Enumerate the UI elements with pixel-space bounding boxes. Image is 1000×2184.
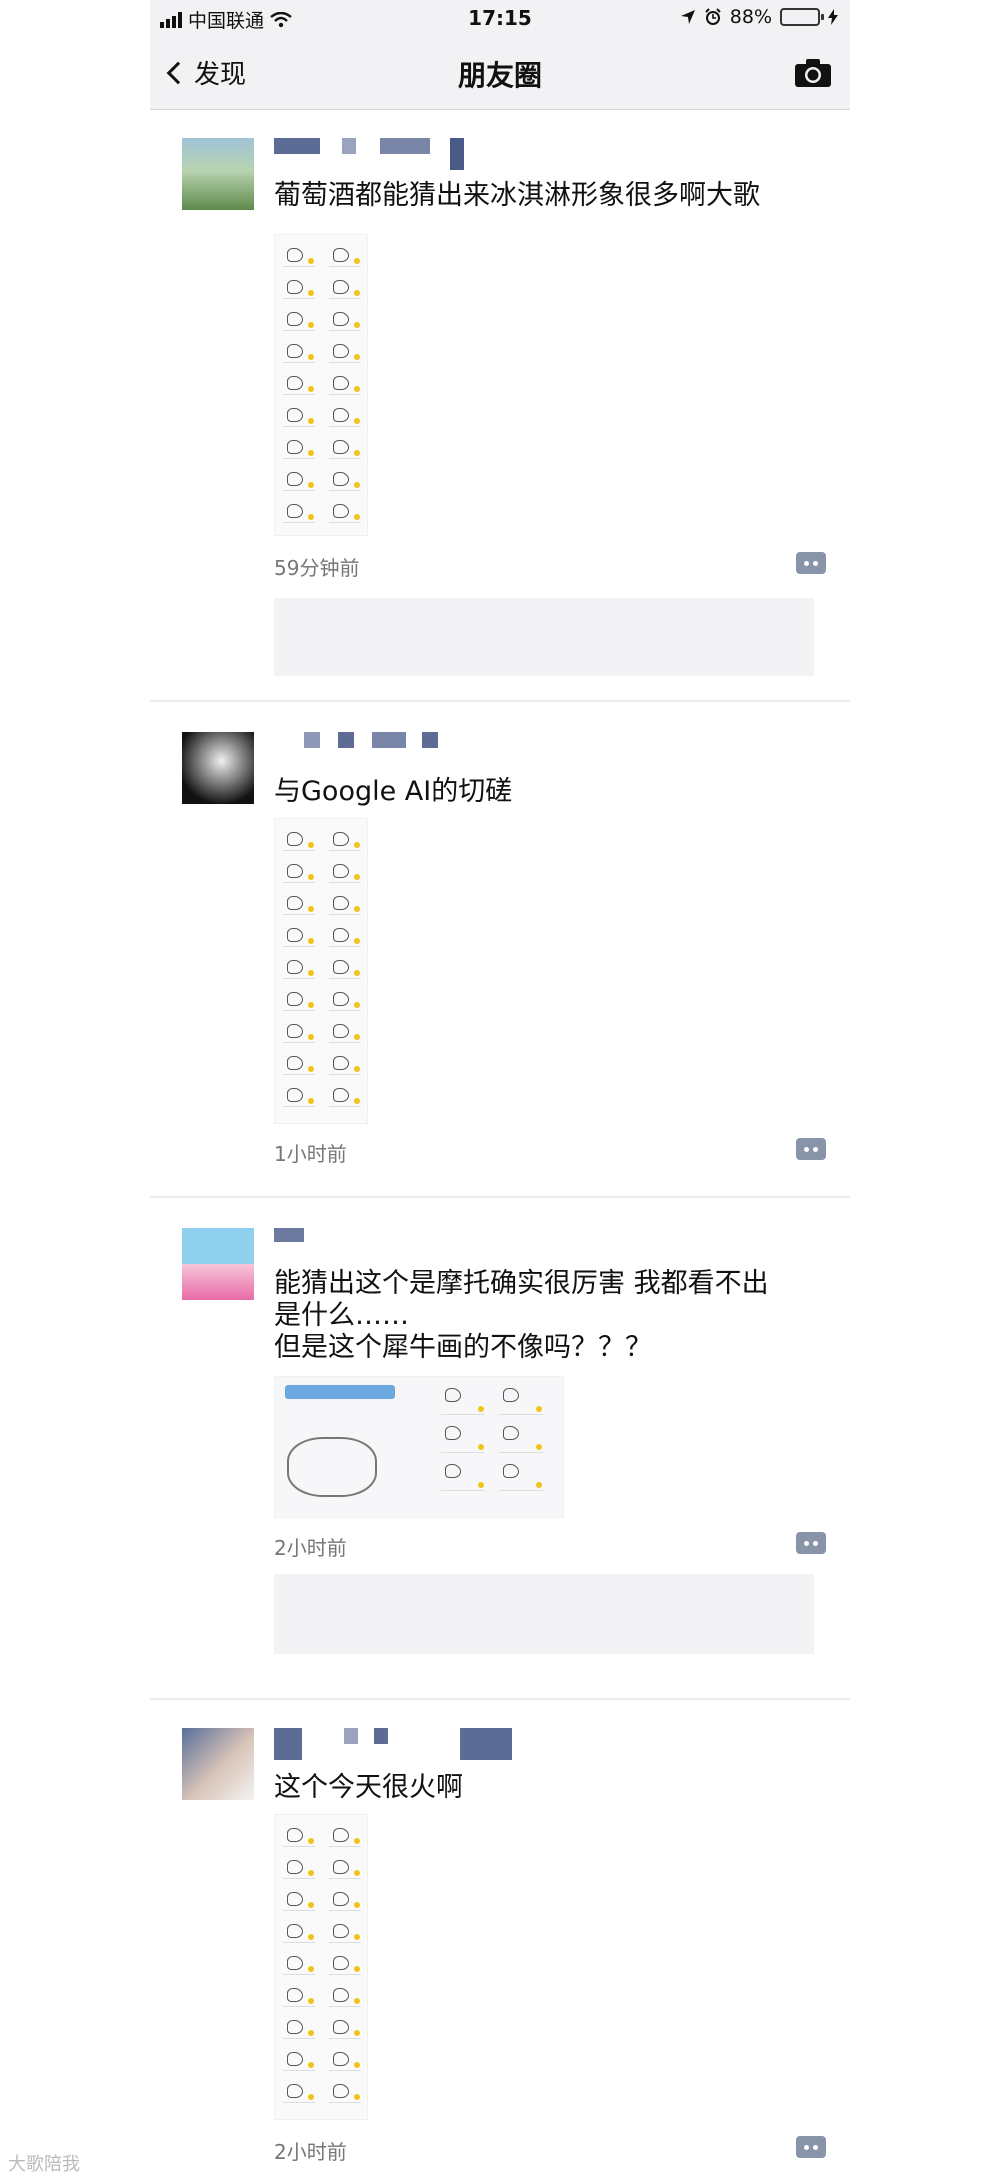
post-image[interactable] [274, 1814, 368, 2120]
post-image[interactable] [274, 1376, 564, 1518]
comment-button[interactable] [796, 552, 826, 574]
battery-icon [780, 8, 824, 26]
post-text: 能猜出这个是摩托确实很厉害 我都看不出 是什么…… 但是这个犀牛画的不像吗？？？ [274, 1268, 769, 1363]
sketch-grid [275, 235, 367, 533]
avatar[interactable] [182, 1228, 254, 1300]
post-time: 1小时前 [274, 1142, 347, 1166]
post-image[interactable] [274, 818, 368, 1124]
nickname-pixelated[interactable] [274, 732, 438, 764]
likes-comments-area [274, 598, 814, 676]
charging-bolt-icon [828, 9, 838, 25]
post-time: 59分钟前 [274, 556, 360, 580]
post-text: 葡萄酒都能猜出来冰淇淋形象很多啊大歌 [274, 180, 760, 211]
feed-post: 这个今天很火啊 2小时前 [150, 1700, 850, 2184]
sketch-grid [275, 819, 367, 1117]
feed-post: 与Google AI的切磋 1小时前 [150, 702, 850, 1196]
post-image[interactable] [274, 234, 368, 536]
comment-button[interactable] [796, 1532, 826, 1554]
likes-comments-area [274, 1574, 814, 1654]
sketch-grid [275, 1815, 367, 2113]
phone-screen: 中国联通 17:15 88% 发现 朋友圈 葡萄酒都能猜出来冰淇淋形象很多啊大歌… [150, 0, 850, 2184]
avatar[interactable] [182, 1728, 254, 1800]
camera-icon[interactable] [794, 58, 832, 88]
status-bar: 中国联通 17:15 88% [150, 0, 850, 38]
alarm-clock-icon [705, 8, 721, 25]
nickname-pixelated[interactable] [274, 138, 464, 170]
feed-post: 葡萄酒都能猜出来冰淇淋形象很多啊大歌 59分钟前 [150, 110, 850, 700]
location-arrow-icon [680, 10, 695, 24]
nav-bar: 发现 朋友圈 [150, 38, 850, 110]
post-text: 与Google AI的切磋 [274, 776, 513, 807]
post-text: 这个今天很火啊 [274, 1772, 463, 1803]
watermark: 大歌陪我 [8, 2154, 80, 2175]
nickname-pixelated[interactable] [274, 1728, 512, 1760]
page-title: 朋友圈 [457, 59, 542, 92]
comment-button[interactable] [796, 2136, 826, 2158]
status-right: 88% [680, 6, 838, 28]
avatar[interactable] [182, 138, 254, 210]
post-time: 2小时前 [274, 1536, 347, 1560]
battery-percent: 88% [729, 6, 772, 28]
post-time: 2小时前 [274, 2140, 347, 2164]
comment-button[interactable] [796, 1138, 826, 1160]
avatar[interactable] [182, 732, 254, 804]
nickname-pixelated[interactable] [274, 1228, 304, 1260]
